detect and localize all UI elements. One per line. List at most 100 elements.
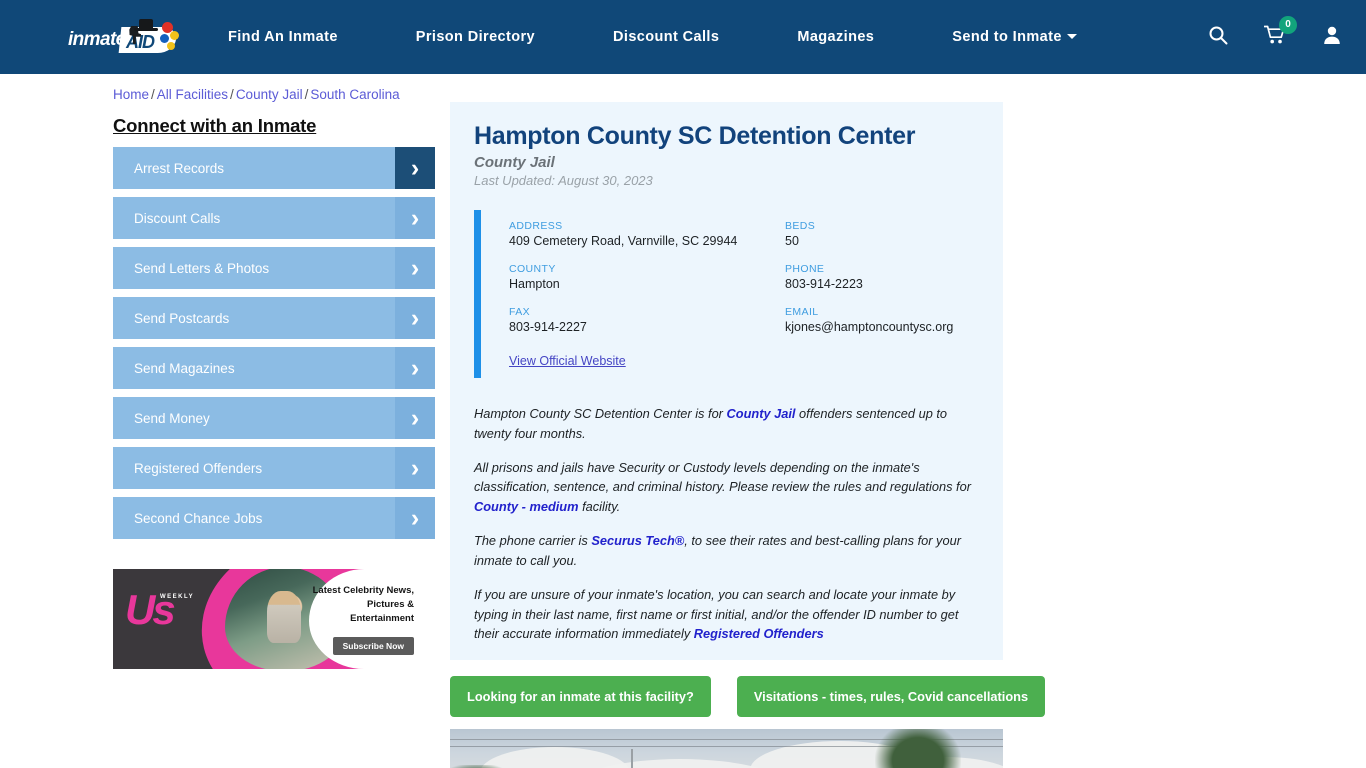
logo-tophat-icon bbox=[134, 19, 158, 31]
detail-label: FAX bbox=[509, 306, 531, 318]
desc-link-county-medium[interactable]: County - medium bbox=[474, 499, 579, 514]
facility-street-view-photo[interactable] bbox=[450, 729, 1003, 768]
chevron-right-icon: › bbox=[395, 347, 435, 389]
nav-link-send-to-inmate[interactable]: Send to Inmate bbox=[952, 19, 1077, 55]
visitations-info-button[interactable]: Visitations - times, rules, Covid cancel… bbox=[736, 676, 1046, 718]
desc-link-securus-tech[interactable]: Securus Tech® bbox=[591, 533, 684, 548]
sidebar-item-arrest-records[interactable]: Arrest Records › bbox=[113, 147, 435, 189]
desc-link-county-jail[interactable]: County Jail bbox=[727, 406, 796, 421]
inmateaid-logo[interactable]: inmate AID bbox=[66, 17, 184, 57]
description-paragraph-3: The phone carrier is Securus Tech®, to s… bbox=[474, 531, 979, 571]
chevron-right-icon: › bbox=[395, 147, 435, 189]
description-paragraph-1: Hampton County SC Detention Center is fo… bbox=[474, 404, 979, 444]
logo-balloon-blue-icon bbox=[160, 34, 169, 43]
desc-link-registered-offenders[interactable]: Registered Offenders bbox=[694, 626, 824, 641]
detail-value: 409 Cemetery Road, Varnville, SC 29944 bbox=[509, 234, 738, 248]
top-navigation-bar: inmate AID Find An Inmate Prison Directo… bbox=[0, 0, 1366, 74]
detail-label: PHONE bbox=[785, 263, 825, 275]
facility-type: County Jail bbox=[474, 154, 555, 171]
detail-label: BEDS bbox=[785, 220, 816, 232]
view-official-website-link[interactable]: View Official Website bbox=[509, 354, 626, 368]
detail-label: ADDRESS bbox=[509, 220, 563, 232]
detail-email: EMAIL kjones@hamptoncountysc.org bbox=[785, 306, 979, 334]
shopping-cart-icon[interactable]: 0 bbox=[1263, 15, 1297, 50]
nav-link-label: Magazines bbox=[797, 29, 875, 45]
nav-link-prison-directory[interactable]: Prison Directory bbox=[416, 19, 535, 55]
breadcrumb-item-south-carolina[interactable]: South Carolina bbox=[310, 87, 399, 102]
breadcrumb-item-home[interactable]: Home bbox=[113, 87, 149, 102]
sidebar: Connect with an Inmate Arrest Records › … bbox=[113, 102, 450, 669]
sidebar-item-send-money[interactable]: Send Money › bbox=[113, 397, 435, 439]
nav-link-label: Find An Inmate bbox=[228, 29, 338, 45]
sidebar-item-send-letters-photos[interactable]: Send Letters & Photos › bbox=[113, 247, 435, 289]
breadcrumb: Home / All Facilities / County Jail / South Ca… bbox=[0, 74, 1366, 102]
nav-link-label: Discount Calls bbox=[613, 29, 720, 45]
sidebar-item-label: Registered Offenders bbox=[134, 460, 263, 476]
ad-headline: Latest Celebrity News, Pictures & Entert… bbox=[312, 585, 414, 624]
sidebar-item-label: Discount Calls bbox=[134, 210, 221, 226]
sidebar-item-send-postcards[interactable]: Send Postcards › bbox=[113, 297, 435, 339]
facility-info-panel: Hampton County SC Detention Center Count… bbox=[450, 102, 1003, 661]
nav-link-magazines[interactable]: Magazines bbox=[797, 19, 874, 55]
sidebar-item-registered-offenders[interactable]: Registered Offenders › bbox=[113, 447, 435, 489]
detail-value: 803-914-2227 bbox=[509, 320, 587, 334]
desc-text: All prisons and jails have Security or C… bbox=[474, 459, 971, 495]
detail-fax: FAX 803-914-2227 bbox=[509, 306, 785, 334]
detail-address: ADDRESS 409 Cemetery Road, Varnville, SC… bbox=[509, 220, 785, 248]
sidebar-heading: Connect with an Inmate bbox=[113, 115, 317, 136]
looking-for-inmate-button[interactable]: Looking for an inmate at this facility? bbox=[450, 676, 711, 718]
user-account-icon[interactable] bbox=[1322, 25, 1342, 50]
logo-brand-main: inmate bbox=[68, 29, 126, 50]
ad-logo-subtitle: WEEKLY bbox=[160, 594, 195, 600]
chevron-right-icon: › bbox=[395, 397, 435, 439]
search-icon[interactable] bbox=[1208, 25, 1228, 50]
detail-value: 803-914-2223 bbox=[785, 277, 863, 291]
description-paragraph-2: All prisons and jails have Security or C… bbox=[474, 458, 979, 517]
facility-description: Hampton County SC Detention Center is fo… bbox=[474, 404, 979, 644]
chevron-right-icon: › bbox=[395, 197, 435, 239]
utility-pole bbox=[631, 749, 633, 768]
page-title: Hampton County SC Detention Center bbox=[474, 122, 916, 150]
desc-text: The phone carrier is bbox=[474, 533, 592, 549]
cta-button-row: Looking for an inmate at this facility? … bbox=[450, 660, 1046, 729]
tree-right bbox=[875, 729, 961, 768]
breadcrumb-item-all-facilities[interactable]: All Facilities bbox=[157, 87, 228, 102]
sidebar-item-label: Send Magazines bbox=[134, 360, 235, 376]
chevron-right-icon: › bbox=[395, 497, 435, 539]
chevron-right-icon: › bbox=[395, 447, 435, 489]
breadcrumb-separator: / bbox=[230, 87, 234, 102]
nav-link-find-an-inmate[interactable]: Find An Inmate bbox=[228, 19, 338, 55]
sidebar-item-send-magazines[interactable]: Send Magazines › bbox=[113, 347, 435, 389]
sidebar-item-discount-calls[interactable]: Discount Calls › bbox=[113, 197, 435, 239]
chevron-right-icon: › bbox=[395, 247, 435, 289]
main-content: Hampton County SC Detention Center Count… bbox=[450, 102, 1046, 768]
primary-nav-links: Find An Inmate Prison Directory Discount… bbox=[228, 19, 1186, 55]
nav-link-discount-calls[interactable]: Discount Calls bbox=[613, 19, 719, 55]
detail-label: COUNTY bbox=[509, 263, 556, 275]
desc-text: Hampton County SC Detention Center is fo… bbox=[474, 406, 727, 421]
sidebar-item-second-chance-jobs[interactable]: Second Chance Jobs › bbox=[113, 497, 435, 539]
nav-icon-group: 0 bbox=[1208, 15, 1342, 50]
facility-details-box: ADDRESS 409 Cemetery Road, Varnville, SC… bbox=[474, 210, 979, 378]
sidebar-item-label: Send Money bbox=[134, 410, 210, 426]
sidebar-item-label: Second Chance Jobs bbox=[134, 510, 263, 526]
sidebar-item-label: Send Letters & Photos bbox=[134, 260, 270, 276]
detail-label: EMAIL bbox=[785, 306, 819, 318]
breadcrumb-separator: / bbox=[304, 87, 309, 102]
chevron-down-icon bbox=[1066, 34, 1077, 39]
description-paragraph-4: If you are unsure of your inmate's locat… bbox=[474, 585, 979, 644]
desc-text: facility. bbox=[578, 499, 621, 515]
page-columns: Connect with an Inmate Arrest Records › … bbox=[0, 102, 1366, 768]
cart-count-badge: 0 bbox=[1279, 15, 1297, 34]
breadcrumb-separator: / bbox=[151, 87, 155, 102]
detail-county: COUNTY Hampton bbox=[509, 263, 785, 291]
ad-subscribe-button[interactable]: Subscribe Now bbox=[332, 637, 414, 655]
breadcrumb-item-county-jail[interactable]: County Jail bbox=[236, 87, 303, 102]
detail-phone: PHONE 803-914-2223 bbox=[785, 263, 979, 291]
last-updated-text: Last Updated: August 30, 2023 bbox=[474, 173, 653, 188]
nav-link-label: Send to Inmate bbox=[952, 29, 1062, 45]
chevron-right-icon: › bbox=[395, 297, 435, 339]
detail-value: 50 bbox=[785, 234, 799, 248]
detail-beds: BEDS 50 bbox=[785, 220, 979, 248]
advertisement-banner[interactable]: Us WEEKLY Latest Celebrity News, Picture… bbox=[113, 569, 422, 669]
